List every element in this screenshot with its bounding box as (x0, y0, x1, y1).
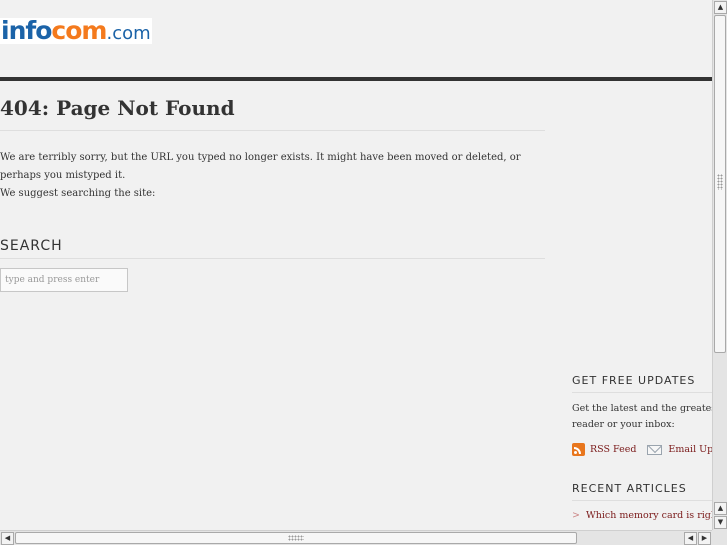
error-message: We are terribly sorry, but the URL you t… (0, 149, 545, 203)
sidebar: GET FREE UPDATES Get the latest and the … (572, 374, 712, 521)
scroll-left-button[interactable]: ◀ (1, 532, 14, 545)
page-viewport: info com .com 404: Page Not Found We are t… (0, 0, 712, 530)
scroll-left-button-right[interactable]: ◀ (684, 532, 697, 545)
vertical-scrollbar[interactable]: ▲ ▲ ▼ (712, 0, 727, 530)
search-heading: SEARCH (0, 238, 545, 259)
logo-part-dotcom: .com (106, 23, 151, 44)
updates-text: Get the latest and the greatest new read… (572, 401, 712, 433)
scroll-up-button[interactable]: ▲ (714, 1, 727, 14)
main-content: 404: Page Not Found We are terribly sorr… (0, 96, 545, 292)
list-item: > Which memory card is right f (572, 510, 712, 521)
horizontal-scroll-thumb[interactable] (15, 532, 577, 544)
grip-icon (288, 535, 304, 541)
suggestion-line: We suggest searching the site: (0, 188, 156, 199)
recent-articles-heading: RECENT ARTICLES (572, 482, 712, 501)
scrollbar-corner (712, 530, 727, 545)
rss-icon[interactable] (572, 443, 585, 456)
email-icon[interactable] (647, 444, 663, 455)
scroll-right-button[interactable]: ▶ (698, 532, 711, 545)
chevron-right-icon: > (572, 510, 580, 521)
article-link[interactable]: Which memory card is right f (586, 510, 712, 521)
email-updates-link[interactable]: Email Upda (668, 444, 712, 455)
feed-links: RSS Feed Email Upda (572, 443, 712, 456)
page-title: 404: Page Not Found (0, 96, 545, 131)
site-logo[interactable]: info com .com (0, 18, 152, 44)
scroll-up-button-lower[interactable]: ▲ (714, 502, 727, 515)
header-bar (0, 77, 712, 81)
horizontal-scrollbar[interactable]: ◀ ◀ ▶ (0, 530, 712, 545)
logo-part-info: info (1, 16, 52, 45)
updates-text-line: reader or your inbox: (572, 419, 675, 430)
error-message-line: We are terribly sorry, but the URL you t… (0, 152, 521, 181)
grip-icon (717, 174, 723, 190)
search-input[interactable] (0, 268, 128, 292)
rss-feed-link[interactable]: RSS Feed (590, 444, 636, 455)
scroll-down-button[interactable]: ▼ (714, 516, 727, 529)
vertical-scroll-thumb[interactable] (714, 15, 726, 353)
updates-text-line: Get the latest and the greatest new (572, 403, 712, 414)
logo-part-com: com (51, 16, 107, 45)
updates-heading: GET FREE UPDATES (572, 374, 712, 393)
